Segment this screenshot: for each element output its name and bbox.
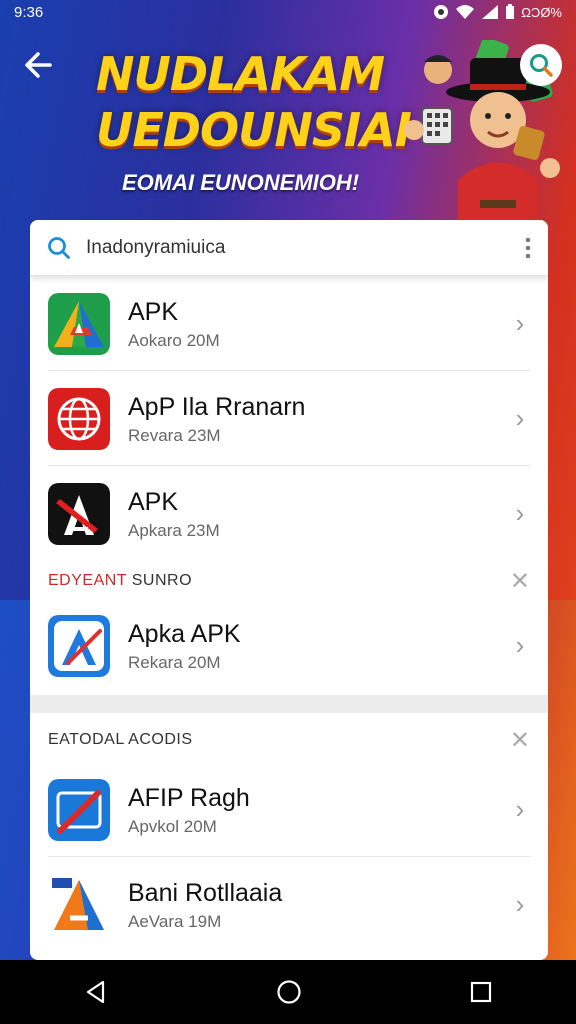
section-gap (30, 695, 548, 713)
banner-subtitle: EOMAI EUNONEMIOH! (122, 170, 360, 195)
section-title: EDYEANT SUNRO (48, 572, 510, 590)
app-title: APK (128, 297, 179, 326)
app-icon-blue-a (48, 614, 110, 677)
signal-icon (482, 5, 499, 19)
back-arrow-icon (25, 52, 52, 78)
app-icon-red-globe (48, 387, 110, 450)
chevron-right-icon: › (515, 498, 525, 528)
app-icon-black-a (48, 482, 110, 545)
section-header: EATODAL ACODIS ✕ (30, 718, 548, 762)
app-title: Apka APK (128, 619, 241, 648)
chevron-right-icon: › (515, 308, 525, 338)
close-section-icon[interactable]: ✕ (510, 726, 530, 755)
app-subtitle: Rekara 20M (128, 652, 221, 672)
status-icons: ΩƆØ% (433, 4, 562, 20)
back-button[interactable] (20, 46, 58, 84)
app-subtitle: Revara 23M (128, 425, 221, 445)
app-icon-green-a (48, 292, 110, 355)
app-title: ApP Ila Rranarn (128, 392, 306, 421)
chevron-right-icon: › (515, 794, 525, 824)
nav-recents-icon[interactable] (469, 980, 493, 1004)
app-title: Bani Rotllaaia (128, 878, 283, 907)
list-item[interactable]: ApP Ila Rranarn Revara 23M › (30, 371, 548, 466)
list-item[interactable]: Bani Rotllaaia AeVara 19M › (30, 857, 548, 952)
search-fab-button[interactable] (520, 44, 562, 86)
wifi-icon (456, 5, 475, 19)
search-bar[interactable]: Inadonyramiuica (30, 220, 548, 276)
navigation-bar (0, 960, 576, 1024)
status-time: 9:36 (14, 3, 44, 21)
app-title: AFIP Ragh (128, 783, 250, 812)
chevron-right-icon: › (515, 403, 525, 433)
section-header: EDYEANT SUNRO ✕ (30, 559, 548, 603)
banner-title-line1: NUDLAKAM (96, 47, 385, 101)
app-title: APK (128, 487, 179, 516)
section-title: EATODAL ACODIS (48, 731, 193, 748)
app-list-card: Inadonyramiuica APK Aokaro 20M › ApP Ila… (30, 220, 548, 960)
chevron-right-icon: › (515, 630, 525, 660)
chevron-right-icon: › (515, 889, 525, 919)
app-icon-blue-brush (48, 778, 110, 841)
list-item[interactable]: APK Apkara 23M › (30, 466, 548, 561)
banner-title: NUDLAKAM UEDOUNSIAI (96, 46, 412, 158)
status-bar: 9:36 ΩƆØ% (0, 0, 576, 24)
search-icon (530, 54, 553, 77)
nav-back-icon[interactable] (83, 979, 109, 1005)
close-section-icon[interactable]: ✕ (510, 567, 530, 596)
app-subtitle: AeVara 19M (128, 911, 222, 931)
search-input[interactable]: Inadonyramiuica (86, 237, 524, 259)
battery-level: ΩƆØ% (521, 4, 562, 20)
list-item[interactable]: APK Aokaro 20M › (30, 276, 548, 371)
more-vert-icon[interactable] (524, 237, 532, 259)
section-title-rest: SUNRO (126, 572, 193, 589)
notification-icon (434, 5, 449, 19)
app-icon-orange-a (48, 873, 110, 936)
list-item[interactable]: AFIP Ragh Apvkol 20M › (30, 762, 548, 857)
app-subtitle: Aokaro 20M (128, 330, 220, 350)
section-title-highlight: EDYEANT (48, 572, 127, 589)
nav-home-icon[interactable] (276, 979, 302, 1005)
list-item[interactable]: Apka APK Rekara 20M › (30, 598, 548, 693)
battery-icon (506, 4, 515, 19)
banner-title-line2: UEDOUNSIAI (96, 103, 412, 157)
app-subtitle: Apkara 23M (128, 520, 220, 540)
search-icon (48, 236, 70, 259)
app-subtitle: Apvkol 20M (128, 816, 217, 836)
